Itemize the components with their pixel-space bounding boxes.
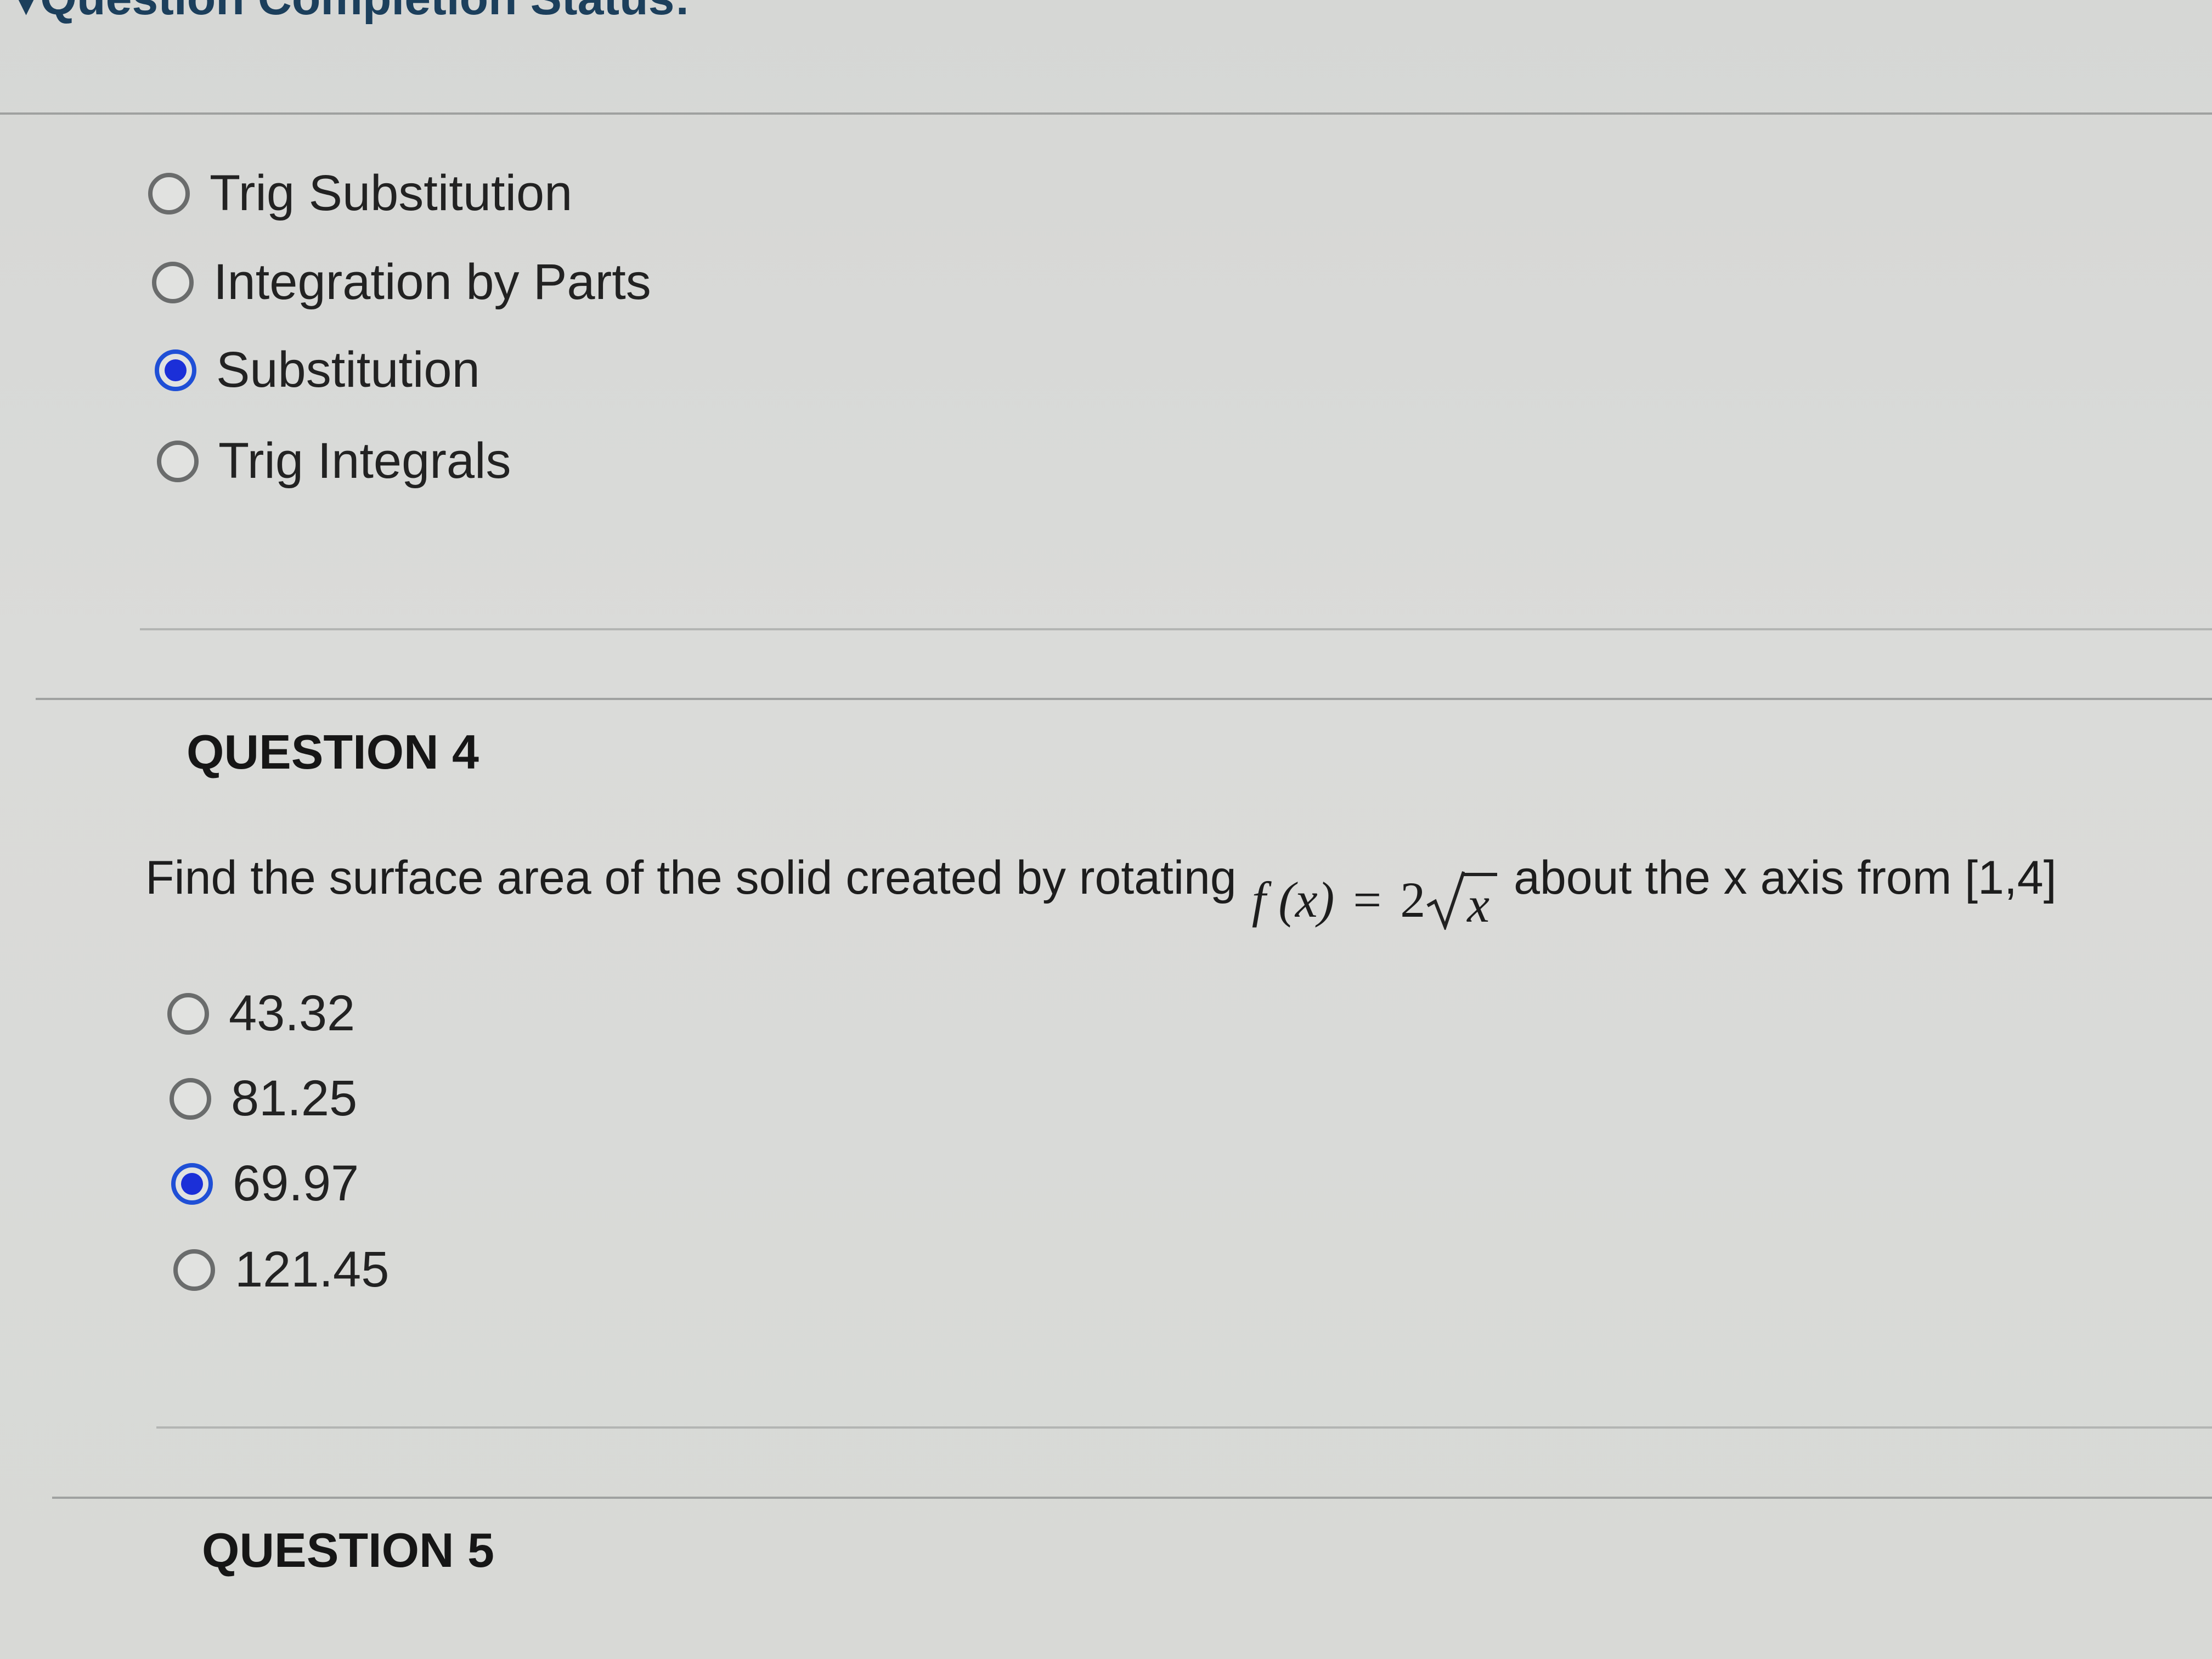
math-coefficient: 2 (1400, 872, 1426, 928)
q4-option-81-25[interactable]: 81.25 (170, 1070, 357, 1127)
q4-option-69-97[interactable]: 69.97 (171, 1155, 359, 1212)
q3-option-integration-by-parts[interactable]: Integration by Parts (152, 253, 651, 311)
radio-button[interactable] (152, 261, 194, 303)
radical-sign-icon (1426, 871, 1465, 930)
radio-button[interactable] (157, 440, 199, 482)
math-lhs: f (x) (1251, 872, 1335, 928)
question-completion-status-header[interactable]: ▾Question Completion Status: (16, 0, 690, 26)
option-label: Trig Substitution (210, 165, 573, 221)
option-label: 43.32 (229, 985, 356, 1041)
radio-button-selected[interactable] (171, 1163, 213, 1205)
option-label: 69.97 (233, 1155, 359, 1211)
q3-option-trig-substitution[interactable]: Trig Substitution (148, 165, 572, 222)
question3-bottom-divider (140, 628, 2212, 630)
q3-option-substitution[interactable]: Substitution (155, 341, 480, 399)
function-expression: f (x) = 2 x (1251, 870, 1498, 930)
question-separator (52, 1497, 2212, 1499)
radio-button-selected[interactable] (155, 349, 196, 391)
radio-button[interactable] (148, 172, 190, 215)
q4-option-121-45[interactable]: 121.45 (173, 1241, 389, 1299)
option-label: Trig Integrals (218, 433, 511, 489)
question5-title: QUESTION 5 (202, 1523, 494, 1577)
header-divider (0, 112, 2212, 115)
status-title: Question Completion Status: (40, 0, 690, 25)
option-label: Integration by Parts (213, 254, 651, 310)
radio-button[interactable] (173, 1249, 215, 1291)
q4-option-43-32[interactable]: 43.32 (167, 985, 355, 1042)
q3-option-trig-integrals[interactable]: Trig Integrals (157, 432, 511, 490)
question-separator (36, 698, 2212, 700)
prompt-text-before: Find the surface area of the solid creat… (145, 851, 1237, 904)
chevron-down-icon: ▾ (16, 0, 36, 22)
math-radicand: x (1462, 873, 1498, 930)
prompt-text-after: about the x axis from [1,4] (1514, 851, 2057, 904)
math-equals: = (1353, 872, 1382, 928)
option-label: 121.45 (235, 1242, 390, 1297)
option-label: Substitution (216, 342, 480, 398)
question4-title: QUESTION 4 (187, 725, 479, 779)
option-label: 81.25 (231, 1070, 358, 1126)
question4-prompt: Find the surface area of the solid creat… (145, 848, 2057, 930)
radio-button[interactable] (167, 992, 209, 1035)
radio-button[interactable] (170, 1077, 211, 1120)
square-root: x (1425, 870, 1498, 930)
question4-bottom-divider (156, 1426, 2212, 1429)
assessment-page: ▾Question Completion Status: Trig Substi… (0, 0, 2212, 1659)
